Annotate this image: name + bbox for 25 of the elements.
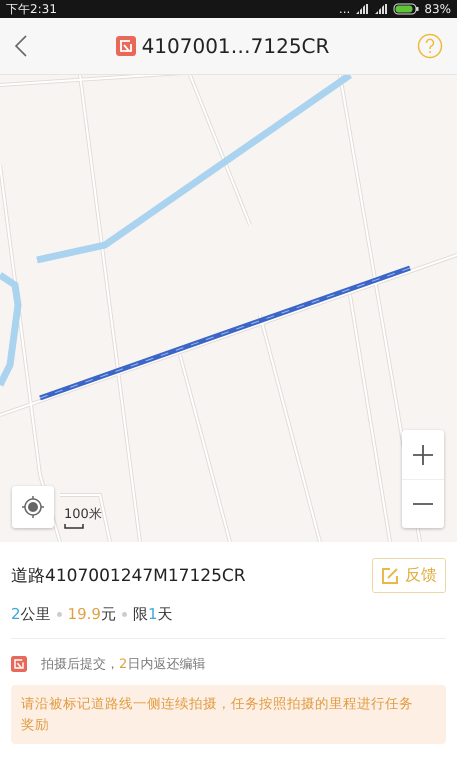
separator-dot: [56, 612, 62, 617]
map-scale: 100米: [64, 506, 102, 523]
locate-icon: [20, 494, 46, 520]
separator-dot: [122, 612, 127, 617]
signal-icon: [355, 4, 370, 14]
task-icon: [11, 656, 27, 672]
battery-percent: 83%: [424, 2, 451, 16]
task-stat: 2公里: [11, 605, 51, 624]
status-time: 下午2:31: [6, 0, 57, 18]
tip-text: 请沿被标记道路线一侧连续拍摄，任务按照拍摄的里程进行任务奖励: [21, 696, 413, 734]
scale-bar-icon: [64, 524, 84, 529]
page-title: 4107001…7125CR: [142, 34, 330, 58]
feedback-button[interactable]: 反馈: [372, 558, 446, 593]
task-stat: 19.9元: [68, 605, 116, 624]
task-title: 道路4107001247M17125CR: [11, 565, 246, 587]
edit-icon: [381, 566, 399, 584]
signal-icon: [374, 4, 388, 14]
battery-icon: [393, 3, 420, 15]
minus-icon: [413, 503, 433, 505]
task-stat: 限1天: [132, 605, 172, 624]
locate-button[interactable]: [12, 486, 54, 528]
notice-text: 拍摄后提交，2 日内返还编辑: [41, 656, 206, 673]
task-icon: [116, 36, 136, 56]
notification-dots: ...: [338, 2, 350, 16]
plus-icon: [413, 444, 433, 464]
